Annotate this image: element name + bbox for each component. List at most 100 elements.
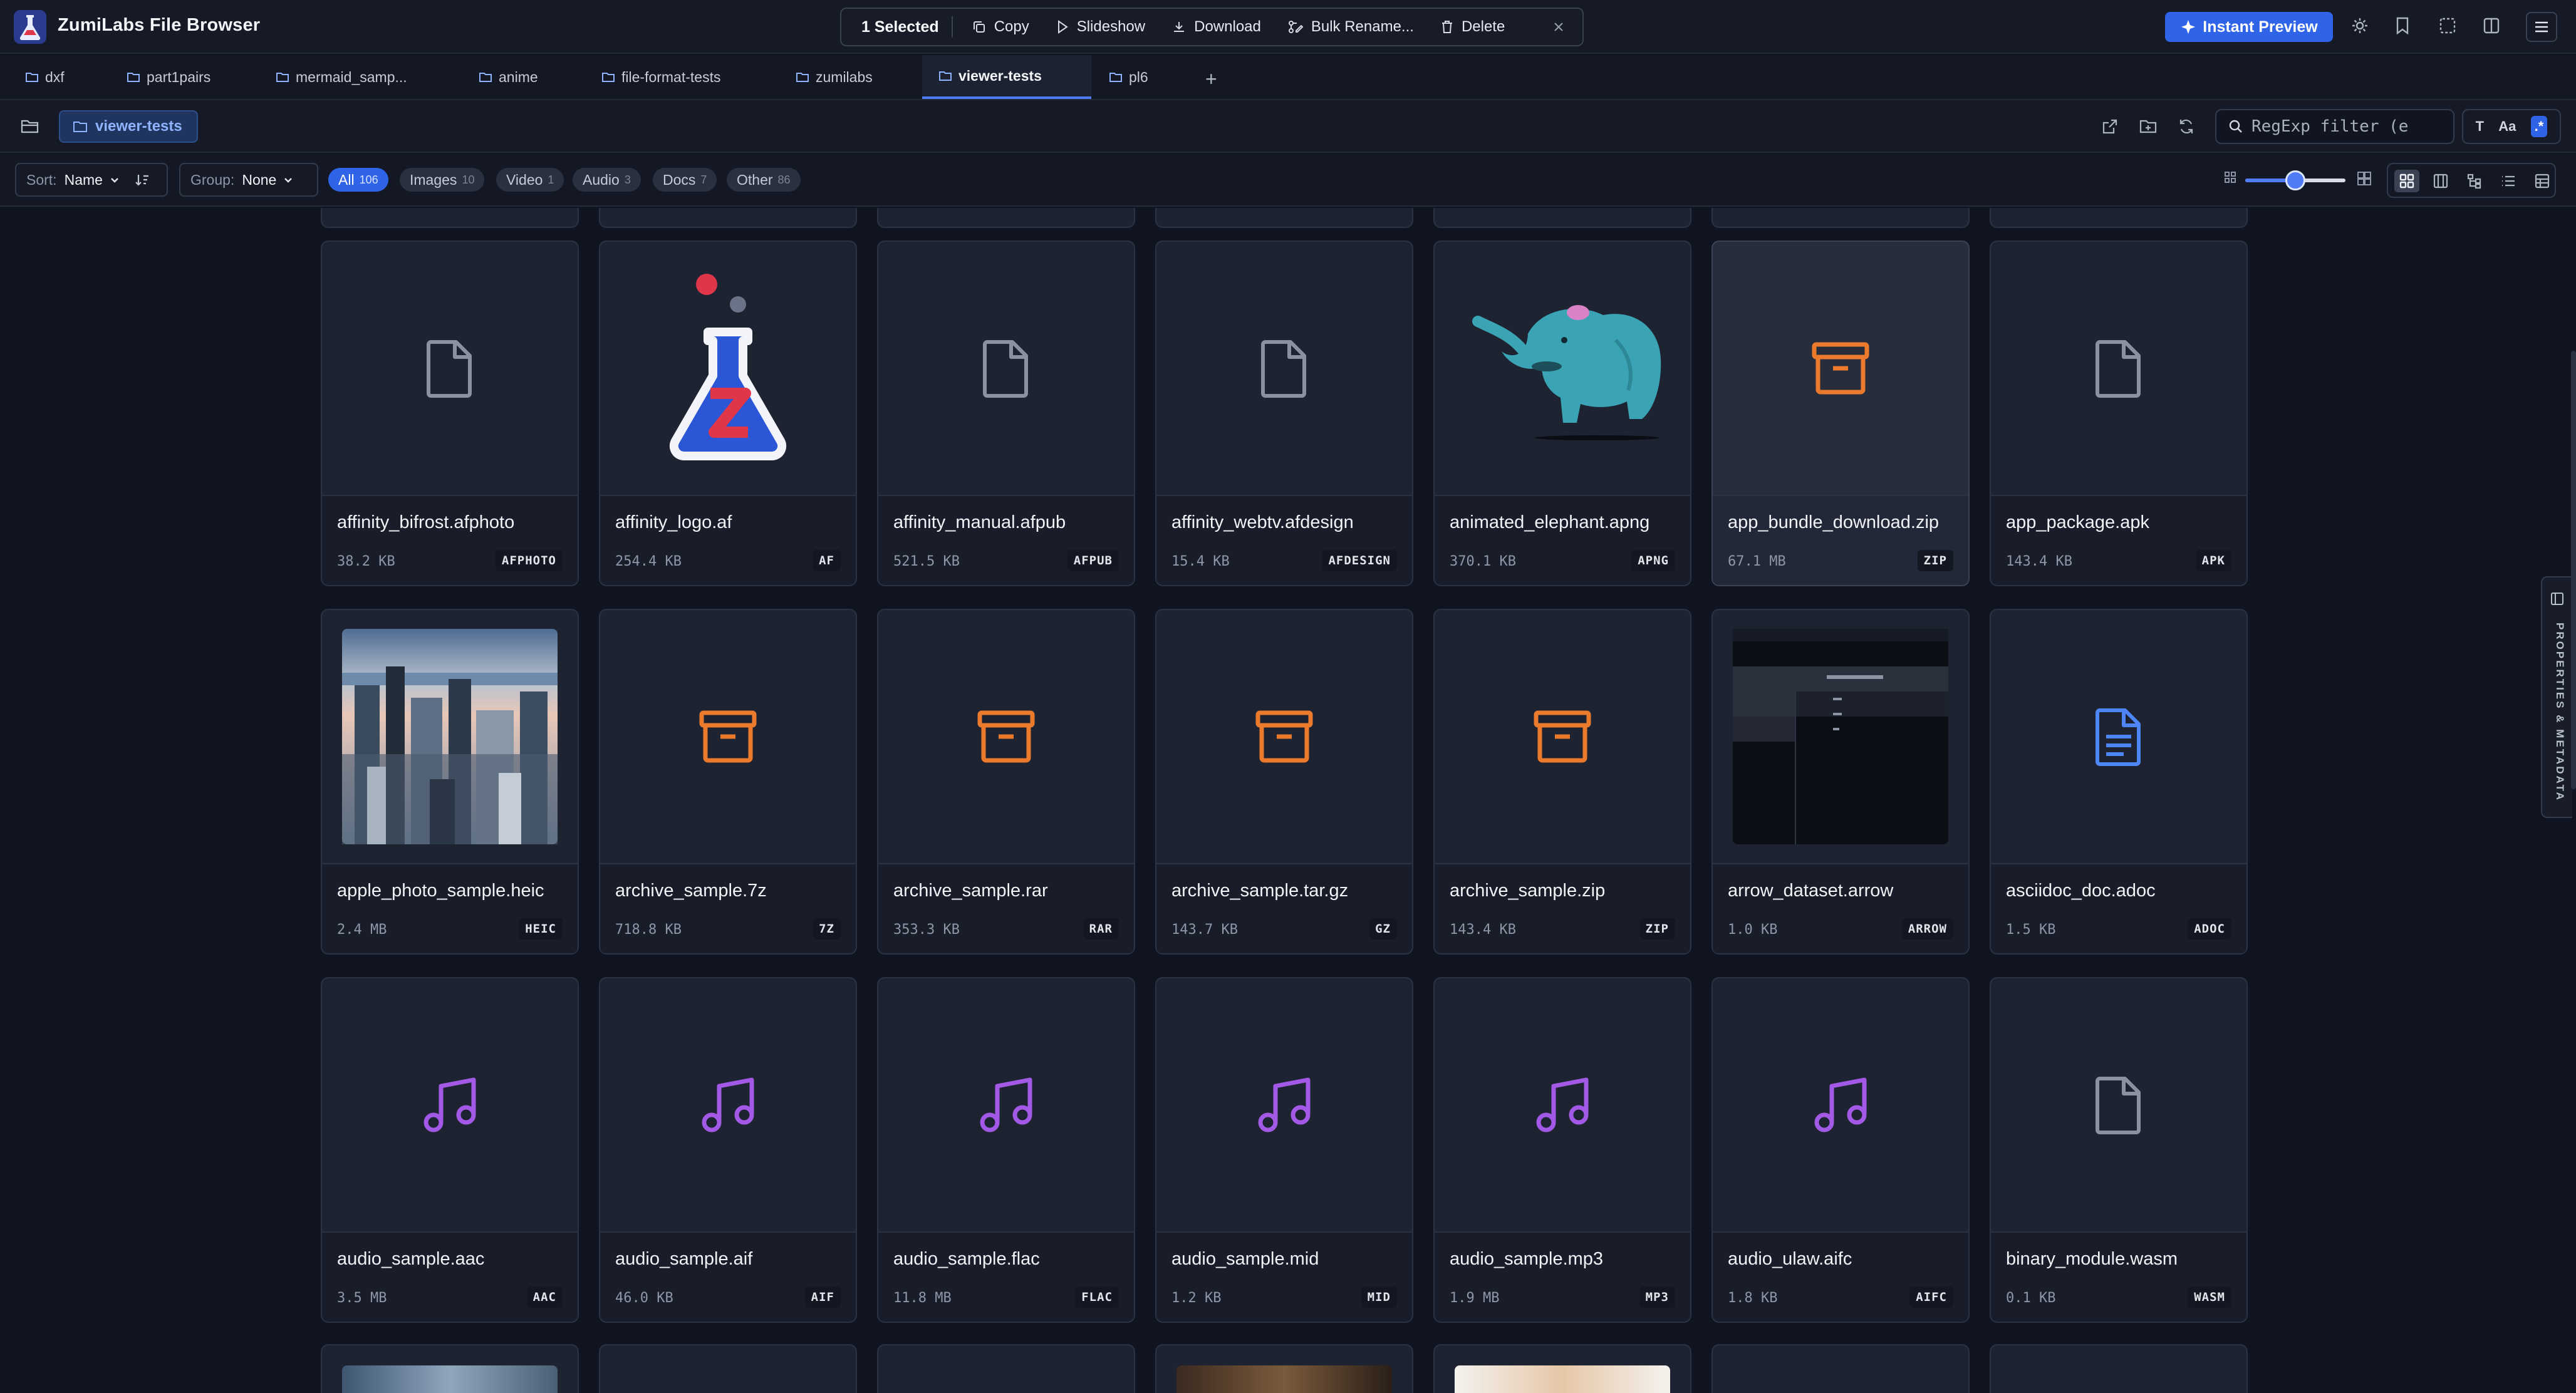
file-card[interactable]: audio_sample.aac 3.5 MB AAC (321, 977, 579, 1323)
filter-chip-audio[interactable]: Audio 3 (573, 168, 641, 192)
text-type-toggle[interactable]: T (2476, 118, 2484, 135)
file-card[interactable]: audio_sample.flac 11.8 MB FLAC (877, 977, 1135, 1323)
file-card[interactable]: audio_ulaw.aifc 1.8 KB AIFC (1711, 977, 1970, 1323)
tree-view-icon[interactable] (2462, 170, 2487, 192)
instant-preview-button[interactable]: Instant Preview (2165, 12, 2333, 42)
delete-button[interactable]: Delete (1440, 18, 1505, 36)
regexp-filter-field[interactable] (2215, 109, 2454, 144)
large-grid-icon[interactable] (2355, 170, 2373, 187)
file-card[interactable]: affinity_logo.af 254.4 KB AF (599, 241, 857, 586)
table-view-icon[interactable] (2530, 170, 2555, 192)
settings-gear-icon[interactable] (2350, 16, 2369, 35)
properties-metadata-panel-toggle[interactable]: PROPERTIES & METADATA (2541, 576, 2572, 818)
file-card[interactable] (321, 1344, 579, 1393)
file-card[interactable]: animated_elephant.apng 370.1 KB APNG (1433, 241, 1691, 586)
filter-chip-video[interactable]: Video 1 (496, 168, 564, 192)
chip-count: 86 (777, 173, 791, 186)
list-view-icon[interactable] (2496, 170, 2521, 192)
file-card[interactable]: affinity_manual.afpub 521.5 KB AFPUB (877, 241, 1135, 586)
file-card[interactable] (1155, 208, 1413, 228)
file-type-badge: WASM (2188, 1287, 2231, 1308)
file-card[interactable]: archive_sample.7z 718.8 KB 7Z (599, 609, 857, 955)
regexp-filter-input[interactable] (2251, 117, 2439, 136)
download-button[interactable]: Download (1171, 18, 1261, 36)
tab-zumilabs[interactable]: zumilabs (796, 55, 873, 99)
file-card[interactable] (1711, 1344, 1970, 1393)
file-card[interactable]: apple_photo_sample.heic 2.4 MB HEIC (321, 609, 579, 955)
hamburger-menu-icon[interactable] (2526, 12, 2557, 42)
chip-label: Other (737, 171, 773, 188)
filter-chip-all[interactable]: All 106 (328, 168, 388, 192)
file-card[interactable] (1433, 1344, 1691, 1393)
file-card[interactable] (877, 1344, 1135, 1393)
file-card[interactable]: audio_sample.mp3 1.9 MB MP3 (1433, 977, 1691, 1323)
regex-toggle[interactable]: .* (2530, 116, 2548, 137)
file-card[interactable]: app_package.apk 143.4 KB APK (1990, 241, 2248, 586)
filter-chip-images[interactable]: Images 10 (400, 168, 485, 192)
small-grid-icon[interactable] (2223, 170, 2238, 185)
file-card[interactable]: audio_sample.mid 1.2 KB MID (1155, 977, 1413, 1323)
scrollbar[interactable] (2571, 351, 2576, 789)
file-card[interactable]: asciidoc_doc.adoc 1.5 KB ADOC (1990, 609, 2248, 955)
file-card[interactable] (877, 208, 1135, 228)
new-folder-icon[interactable] (2139, 118, 2158, 135)
tab-viewer-tests[interactable]: viewer-tests (922, 55, 1091, 99)
file-name: archive_sample.7z (615, 881, 767, 901)
file-card[interactable] (599, 208, 857, 228)
chip-label: Audio (583, 171, 620, 188)
refresh-icon[interactable] (2178, 118, 2195, 135)
file-card[interactable] (1711, 208, 1970, 228)
folder-icon (796, 71, 816, 83)
tab-dxf[interactable]: dxf (25, 55, 65, 99)
filter-chip-docs[interactable]: Docs 7 (653, 168, 717, 192)
fullscreen-icon[interactable] (2438, 16, 2457, 35)
panel-layout-icon[interactable] (2482, 16, 2501, 35)
tab-label: viewer-tests (958, 67, 1042, 84)
tab-mermaid-samples[interactable]: mermaid_samp... (276, 55, 407, 99)
file-card[interactable] (1155, 1344, 1413, 1393)
tab-anime[interactable]: anime (479, 55, 538, 99)
file-name: audio_sample.mid (1171, 1249, 1319, 1269)
file-card[interactable]: affinity_bifrost.afphoto 38.2 KB AFPHOTO (321, 241, 579, 586)
file-card[interactable]: arrow_dataset.arrow 1.0 KB ARROW (1711, 609, 1970, 955)
file-card[interactable]: archive_sample.tar.gz 143.7 KB GZ (1155, 609, 1413, 955)
file-card[interactable]: archive_sample.rar 353.3 KB RAR (877, 609, 1135, 955)
tab-part1pairs[interactable]: part1pairs (127, 55, 210, 99)
file-card[interactable] (1990, 1344, 2248, 1393)
tab-pl6[interactable]: pl6 (1109, 55, 1148, 99)
open-folder-icon[interactable] (20, 118, 40, 135)
grid-view-icon[interactable] (2394, 170, 2419, 192)
tab-label: pl6 (1129, 68, 1148, 85)
file-card[interactable]: archive_sample.zip 143.4 KB ZIP (1433, 609, 1691, 955)
copy-button[interactable]: Copy (972, 18, 1029, 36)
file-card[interactable]: binary_module.wasm 0.1 KB WASM (1990, 977, 2248, 1323)
file-card[interactable]: app_bundle_download.zip 67.1 MB ZIP (1711, 241, 1970, 586)
slideshow-button[interactable]: Slideshow (1056, 18, 1145, 36)
file-card[interactable]: audio_sample.aif 46.0 KB AIF (599, 977, 857, 1323)
slider-knob[interactable] (2285, 170, 2305, 190)
file-info: audio_sample.aif 46.0 KB AIF (600, 1231, 856, 1322)
sort-direction-icon[interactable] (134, 172, 150, 187)
file-card[interactable]: affinity_webtv.afdesign 15.4 KB AFDESIGN (1155, 241, 1413, 586)
gallery-view-icon[interactable] (2428, 170, 2453, 192)
file-name: affinity_logo.af (615, 512, 732, 532)
file-card[interactable] (321, 208, 579, 228)
folder-icon (276, 71, 296, 83)
sort-dropdown[interactable]: Sort: Name (15, 163, 168, 197)
breadcrumb-current-folder[interactable]: viewer-tests (59, 110, 198, 143)
group-dropdown[interactable]: Group: None (179, 163, 318, 197)
file-card[interactable] (599, 1344, 857, 1393)
tab-file-format-tests[interactable]: file-format-tests (601, 55, 720, 99)
thumbnail-size-slider[interactable] (2245, 170, 2345, 190)
file-card[interactable] (1433, 208, 1691, 228)
match-case-toggle[interactable]: Aa (2498, 118, 2516, 135)
bookmark-icon[interactable] (2394, 16, 2411, 35)
bulk-rename-button[interactable]: Bulk Rename... (1287, 18, 1414, 36)
file-thumbnail (1713, 610, 1968, 863)
file-card[interactable] (1990, 208, 2248, 228)
filter-chip-other[interactable]: Other 86 (727, 168, 801, 192)
external-link-icon[interactable] (2101, 118, 2119, 135)
music-note-icon (1812, 1076, 1869, 1134)
clear-selection-close-icon[interactable] (1551, 19, 1566, 34)
add-tab-plus-icon[interactable]: + (1205, 68, 1217, 91)
